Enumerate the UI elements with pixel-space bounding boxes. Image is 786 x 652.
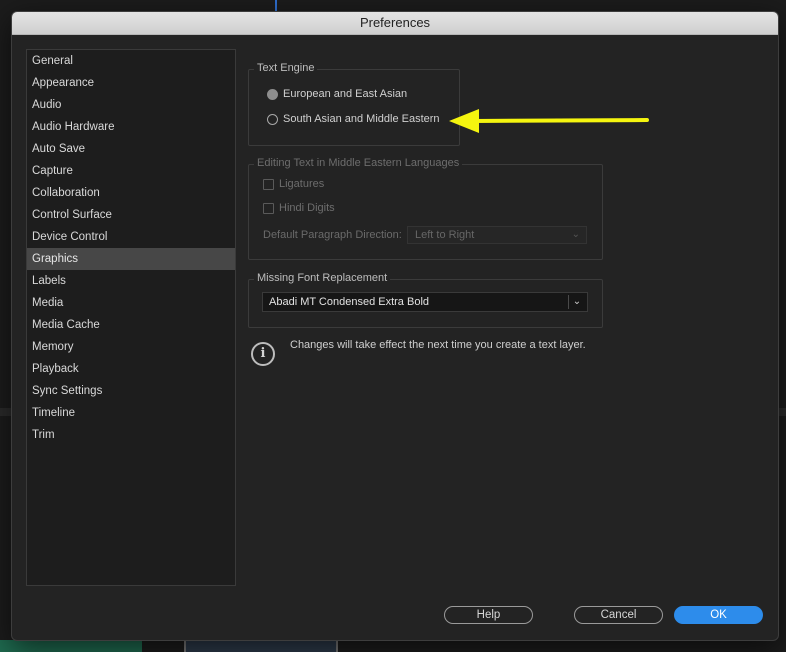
- sidebar-item-memory[interactable]: Memory: [27, 336, 235, 358]
- sidebar-item-label: Timeline: [32, 407, 76, 419]
- sidebar-item-label: Trim: [32, 429, 55, 441]
- sidebar-item-label: Media Cache: [32, 319, 100, 331]
- radio-unselected-icon: [267, 113, 278, 125]
- sidebar-item-label: Device Control: [32, 231, 108, 243]
- video-track-clip: [184, 640, 338, 652]
- hindi-digits-checkbox[interactable]: Hindi Digits: [263, 200, 335, 216]
- sidebar-item-label: Sync Settings: [32, 385, 103, 397]
- help-button[interactable]: Help: [444, 606, 533, 624]
- paragraph-direction-value: Left to Right: [415, 229, 475, 241]
- missing-font-value: Abadi MT Condensed Extra Bold: [269, 296, 429, 308]
- sidebar-item-label: Labels: [32, 275, 66, 287]
- info-icon: i: [251, 342, 275, 366]
- sidebar-item-label: Collaboration: [32, 187, 100, 199]
- radio-european-east-asian[interactable]: European and East Asian: [267, 86, 407, 102]
- sidebar-item-device-control[interactable]: Device Control: [27, 226, 235, 248]
- checkbox-icon: [263, 202, 274, 214]
- middle-eastern-title: Editing Text in Middle Eastern Languages: [254, 157, 463, 169]
- text-engine-title: Text Engine: [254, 62, 318, 74]
- preferences-dialog: Preferences General Appearance Audio Aud…: [11, 11, 779, 641]
- paragraph-direction-label: Default Paragraph Direction:: [263, 229, 402, 241]
- sidebar-item-auto-save[interactable]: Auto Save: [27, 138, 235, 160]
- sidebar-item-label: Memory: [32, 341, 74, 353]
- sidebar-item-capture[interactable]: Capture: [27, 160, 235, 182]
- select-divider: [568, 295, 569, 309]
- sidebar-item-label: Appearance: [32, 77, 95, 89]
- sidebar-item-general[interactable]: General: [27, 50, 235, 72]
- missing-font-select[interactable]: Abadi MT Condensed Extra Bold ⌄: [262, 292, 588, 312]
- checkbox-icon: [263, 178, 274, 190]
- text-engine-group: [248, 69, 460, 146]
- sidebar-item-playback[interactable]: Playback: [27, 358, 235, 380]
- sidebar-item-label: Audio: [32, 99, 62, 111]
- sidebar-item-media-cache[interactable]: Media Cache: [27, 314, 235, 336]
- ligatures-label: Ligatures: [279, 178, 325, 190]
- sidebar-item-label: Auto Save: [32, 143, 86, 155]
- sidebar-item-media[interactable]: Media: [27, 292, 235, 314]
- sidebar-item-labels[interactable]: Labels: [27, 270, 235, 292]
- chevron-down-icon: ⌄: [572, 296, 582, 307]
- sidebar-item-appearance[interactable]: Appearance: [27, 72, 235, 94]
- chevron-down-icon: ⌄: [571, 229, 580, 240]
- sidebar-item-graphics[interactable]: Graphics: [27, 248, 235, 270]
- sidebar-item-label: Audio Hardware: [32, 121, 115, 133]
- sidebar-item-timeline[interactable]: Timeline: [27, 402, 235, 424]
- annotation-arrow-icon: [449, 109, 649, 133]
- dialog-title: Preferences: [12, 12, 778, 35]
- preferences-sidebar: General Appearance Audio Audio Hardware …: [26, 49, 236, 586]
- sidebar-item-label: Graphics: [32, 253, 79, 265]
- sidebar-item-trim[interactable]: Trim: [27, 424, 235, 446]
- sidebar-item-label: Control Surface: [32, 209, 112, 221]
- sidebar-item-label: Media: [32, 297, 64, 309]
- sidebar-item-collaboration[interactable]: Collaboration: [27, 182, 235, 204]
- sidebar-item-sync-settings[interactable]: Sync Settings: [27, 380, 235, 402]
- hindi-digits-label: Hindi Digits: [279, 202, 335, 214]
- sidebar-item-label: General: [32, 55, 73, 67]
- cancel-button[interactable]: Cancel: [574, 606, 663, 624]
- radio-south-asian-label: South Asian and Middle Eastern: [283, 113, 440, 125]
- radio-selected-icon: [267, 88, 278, 100]
- missing-font-title: Missing Font Replacement: [254, 272, 391, 284]
- info-message: Changes will take effect the next time y…: [290, 339, 586, 351]
- background-panel-edge: [0, 408, 11, 416]
- radio-south-asian-middle-eastern[interactable]: South Asian and Middle Eastern: [267, 111, 440, 127]
- ok-button[interactable]: OK: [674, 606, 763, 624]
- radio-european-label: European and East Asian: [283, 88, 408, 100]
- sidebar-item-audio[interactable]: Audio: [27, 94, 235, 116]
- sidebar-item-control-surface[interactable]: Control Surface: [27, 204, 235, 226]
- audio-track-clip: [0, 640, 142, 652]
- sidebar-item-label: Playback: [32, 363, 79, 375]
- sidebar-item-audio-hardware[interactable]: Audio Hardware: [27, 116, 235, 138]
- ligatures-checkbox[interactable]: Ligatures: [263, 176, 324, 192]
- sidebar-item-label: Capture: [32, 165, 73, 177]
- paragraph-direction-select[interactable]: Left to Right ⌄: [407, 226, 587, 244]
